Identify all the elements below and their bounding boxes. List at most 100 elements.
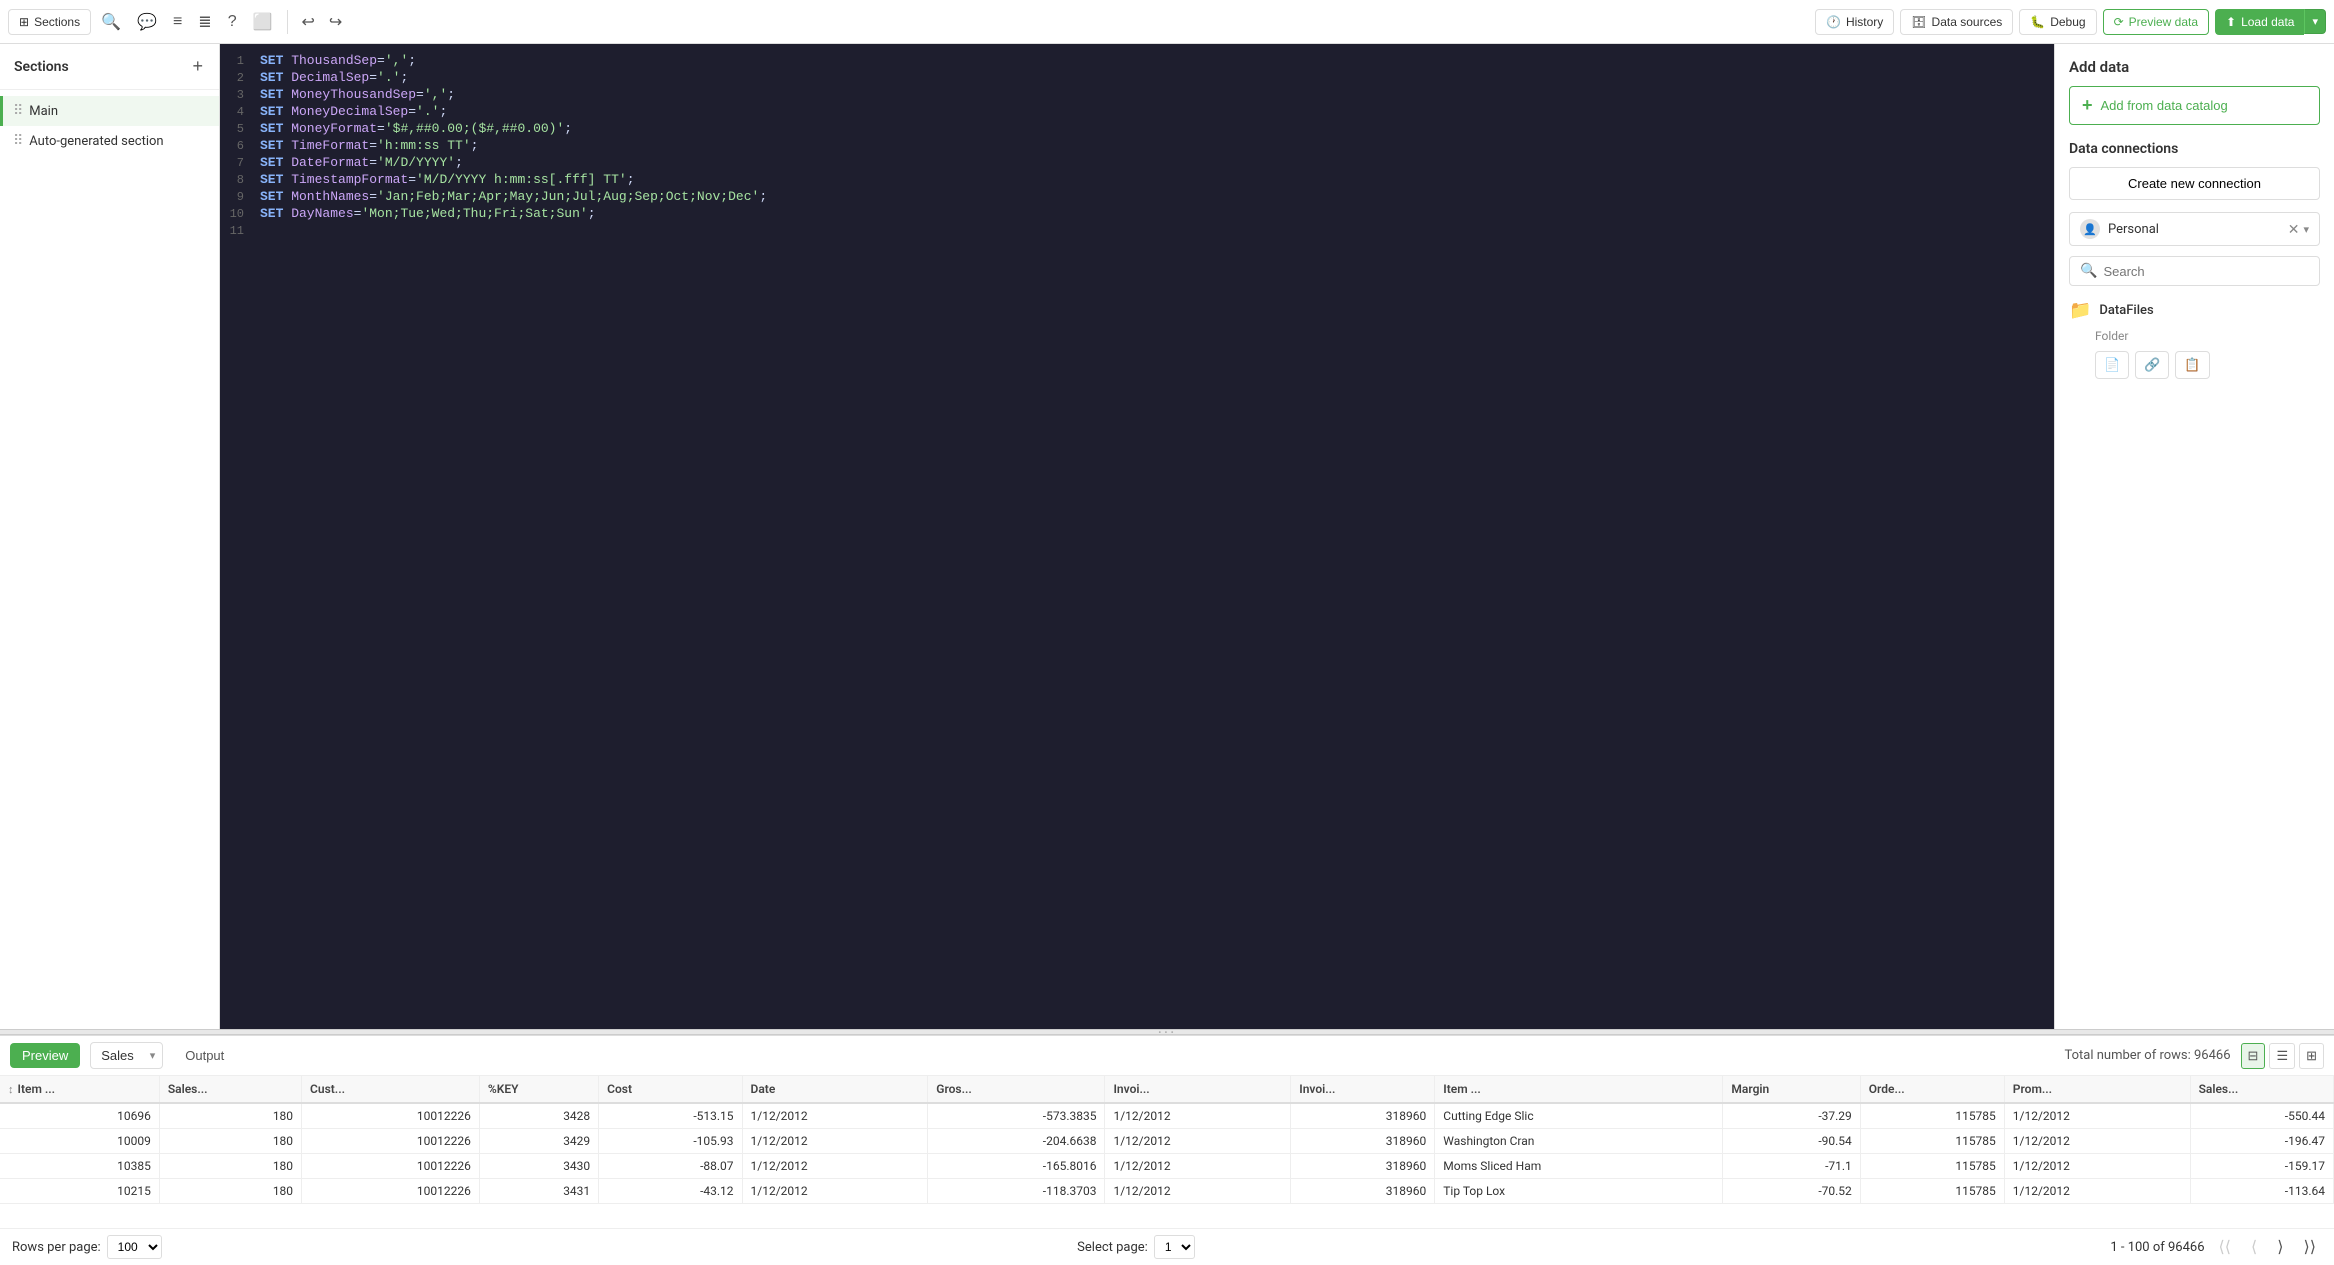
cell-cust: 10012226 bbox=[302, 1179, 480, 1204]
code-editor[interactable]: 1 SET ThousandSep=','; 2 SET DecimalSep=… bbox=[220, 44, 2054, 1029]
cell-margin: -71.1 bbox=[1723, 1154, 1860, 1179]
folder-icon: 📁 bbox=[2069, 300, 2091, 321]
add-catalog-label: Add from data catalog bbox=[2101, 98, 2228, 113]
search-box[interactable]: 🔍 bbox=[2069, 256, 2320, 286]
connection-dropdown-button[interactable]: ▾ bbox=[2303, 221, 2309, 238]
first-page-button[interactable]: ⟨⟨ bbox=[2213, 1235, 2237, 1259]
editor-area: 1 SET ThousandSep=','; 2 SET DecimalSep=… bbox=[220, 44, 2054, 1029]
code-line-6: 6 SET TimeFormat='h:mm:ss TT'; bbox=[220, 137, 2054, 154]
preview-tab[interactable]: Preview bbox=[10, 1043, 80, 1068]
cell-date: 1/12/2012 bbox=[742, 1154, 928, 1179]
col-prom[interactable]: Prom... bbox=[2004, 1076, 2190, 1103]
col-cost[interactable]: Cost bbox=[599, 1076, 742, 1103]
comment-button[interactable]: 💬 bbox=[131, 8, 163, 36]
section-item-auto[interactable]: ⠿ Auto-generated section 🗑 bbox=[0, 126, 219, 156]
output-tab[interactable]: Output bbox=[173, 1043, 236, 1068]
last-page-button[interactable]: ⟩⟩ bbox=[2298, 1235, 2322, 1259]
create-connection-button[interactable]: Create new connection bbox=[2069, 167, 2320, 200]
cell-margin: -37.29 bbox=[1723, 1103, 1860, 1129]
connection-selector[interactable]: 👤 Personal ✕ ▾ bbox=[2069, 212, 2320, 246]
help-button[interactable]: ? bbox=[222, 9, 243, 35]
toolbar-separator-1 bbox=[287, 10, 288, 34]
rows-per-page-label: Rows per page: bbox=[12, 1240, 101, 1255]
col-invoi1[interactable]: Invoi... bbox=[1105, 1076, 1291, 1103]
table-select[interactable]: Sales bbox=[90, 1042, 163, 1069]
col-invoi2[interactable]: Invoi... bbox=[1291, 1076, 1435, 1103]
main-content: Sections + ⠿ Main 🗑 ⠿ Auto-generated sec… bbox=[0, 44, 2334, 1029]
search-input[interactable] bbox=[2103, 264, 2309, 279]
add-section-button[interactable]: + bbox=[190, 54, 205, 79]
col-sales-num[interactable]: Sales... bbox=[159, 1076, 301, 1103]
connection-close-button[interactable]: ✕ bbox=[2288, 221, 2300, 238]
load-data-button[interactable]: ⬆ Load data bbox=[2215, 9, 2304, 35]
history-icon: 🕐 bbox=[1826, 15, 1841, 29]
cell-prom: 1/12/2012 bbox=[2004, 1154, 2190, 1179]
preview-tab-label: Preview bbox=[22, 1048, 68, 1063]
view-list-button[interactable]: ☰ bbox=[2269, 1043, 2295, 1069]
data-sources-button[interactable]: 🗄 Data sources bbox=[1900, 9, 2013, 35]
sort-desc-button[interactable]: ≣ bbox=[192, 8, 217, 36]
debug-button[interactable]: 🐛 Debug bbox=[2019, 9, 2096, 35]
page-info: 1 - 100 of 96466 bbox=[2110, 1240, 2204, 1255]
sections-list: ⠿ Main 🗑 ⠿ Auto-generated section 🗑 bbox=[0, 90, 219, 1029]
load-data-dropdown-button[interactable]: ▾ bbox=[2304, 9, 2326, 34]
col-pkey[interactable]: %KEY bbox=[479, 1076, 598, 1103]
view-grid-button[interactable]: ⊞ bbox=[2299, 1043, 2324, 1069]
folder-action-3-button[interactable]: 📋 bbox=[2175, 351, 2209, 379]
connection-name: Personal bbox=[2108, 222, 2159, 237]
col-orde[interactable]: Orde... bbox=[1860, 1076, 2004, 1103]
sections-toggle-button[interactable]: ⊞ Sections bbox=[8, 9, 91, 35]
debug-label: Debug bbox=[2050, 15, 2085, 29]
cell-cust: 10012226 bbox=[302, 1103, 480, 1129]
search-button[interactable]: 🔍 bbox=[95, 8, 127, 36]
code-line-9: 9 SET MonthNames='Jan;Feb;Mar;Apr;May;Ju… bbox=[220, 188, 2054, 205]
sort-asc-button[interactable]: ≡ bbox=[167, 9, 188, 35]
cell-prom: 1/12/2012 bbox=[2004, 1103, 2190, 1129]
datafiles-label: DataFiles bbox=[2099, 303, 2153, 318]
col-item-desc[interactable]: Item ... bbox=[1435, 1076, 1723, 1103]
col-cust[interactable]: Cust... bbox=[302, 1076, 480, 1103]
prev-page-button[interactable]: ⟨ bbox=[2245, 1235, 2263, 1259]
table-row: 10009180100122263429-105.931/12/2012-204… bbox=[0, 1129, 2334, 1154]
datafiles-row: 📁 DataFiles bbox=[2069, 296, 2320, 325]
cell-pkey: 3428 bbox=[479, 1103, 598, 1129]
drag-handle-main[interactable]: ⠿ bbox=[13, 103, 23, 119]
next-page-button[interactable]: ⟩ bbox=[2271, 1235, 2289, 1259]
sections-grid-icon: ⊞ bbox=[19, 15, 29, 29]
folder-label: Folder bbox=[2069, 329, 2320, 343]
col-date[interactable]: Date bbox=[742, 1076, 928, 1103]
snippet-button[interactable]: ⬜ bbox=[247, 8, 279, 36]
cell-item_num: 10009 bbox=[0, 1129, 159, 1154]
conn-user-icon: 👤 bbox=[2080, 219, 2100, 239]
preview-data-button[interactable]: ⟳ Preview data bbox=[2103, 9, 2209, 35]
table-select-wrapper: Sales ▾ bbox=[90, 1042, 163, 1069]
datasources-icon: 🗄 bbox=[1911, 15, 1926, 29]
rows-per-page-select[interactable]: 100 50 25 bbox=[107, 1235, 162, 1259]
folder-action-1-button[interactable]: 📄 bbox=[2095, 351, 2129, 379]
cell-prom: 1/12/2012 bbox=[2004, 1129, 2190, 1154]
right-panel: Add data + Add from data catalog Data co… bbox=[2054, 44, 2334, 1029]
table-row: 10385180100122263430-88.071/12/2012-165.… bbox=[0, 1154, 2334, 1179]
select-page-select[interactable]: 1 bbox=[1154, 1235, 1195, 1259]
col-gros[interactable]: Gros... bbox=[928, 1076, 1105, 1103]
sections-panel: Sections + ⠿ Main 🗑 ⠿ Auto-generated sec… bbox=[0, 44, 220, 1029]
total-rows-label: Total number of rows: 96466 bbox=[2064, 1048, 2230, 1063]
cell-gros: -165.8016 bbox=[928, 1154, 1105, 1179]
toolbar-right: 🕐 History 🗄 Data sources 🐛 Debug ⟳ Previ… bbox=[1815, 9, 2326, 35]
add-from-catalog-button[interactable]: + Add from data catalog bbox=[2069, 86, 2320, 125]
folder-actions: 📄 🔗 📋 bbox=[2069, 351, 2320, 379]
view-compact-button[interactable]: ⊟ bbox=[2241, 1043, 2266, 1069]
view-icons-group: ⊟ ☰ ⊞ bbox=[2241, 1043, 2324, 1069]
table-body: 10696180100122263428-513.151/12/2012-573… bbox=[0, 1103, 2334, 1204]
folder-action-2-button[interactable]: 🔗 bbox=[2135, 351, 2169, 379]
undo-button[interactable]: ↩ bbox=[296, 8, 321, 36]
section-name-main: Main bbox=[29, 104, 209, 119]
cell-cost: -513.15 bbox=[599, 1103, 742, 1129]
redo-button[interactable]: ↪ bbox=[323, 8, 348, 36]
col-margin[interactable]: Margin bbox=[1723, 1076, 1860, 1103]
col-sales2[interactable]: Sales... bbox=[2190, 1076, 2333, 1103]
history-button[interactable]: 🕐 History bbox=[1815, 9, 1894, 35]
drag-handle-auto[interactable]: ⠿ bbox=[13, 133, 23, 149]
col-item-num[interactable]: ↕Item ... bbox=[0, 1076, 159, 1103]
section-item-main[interactable]: ⠿ Main 🗑 bbox=[0, 96, 219, 126]
